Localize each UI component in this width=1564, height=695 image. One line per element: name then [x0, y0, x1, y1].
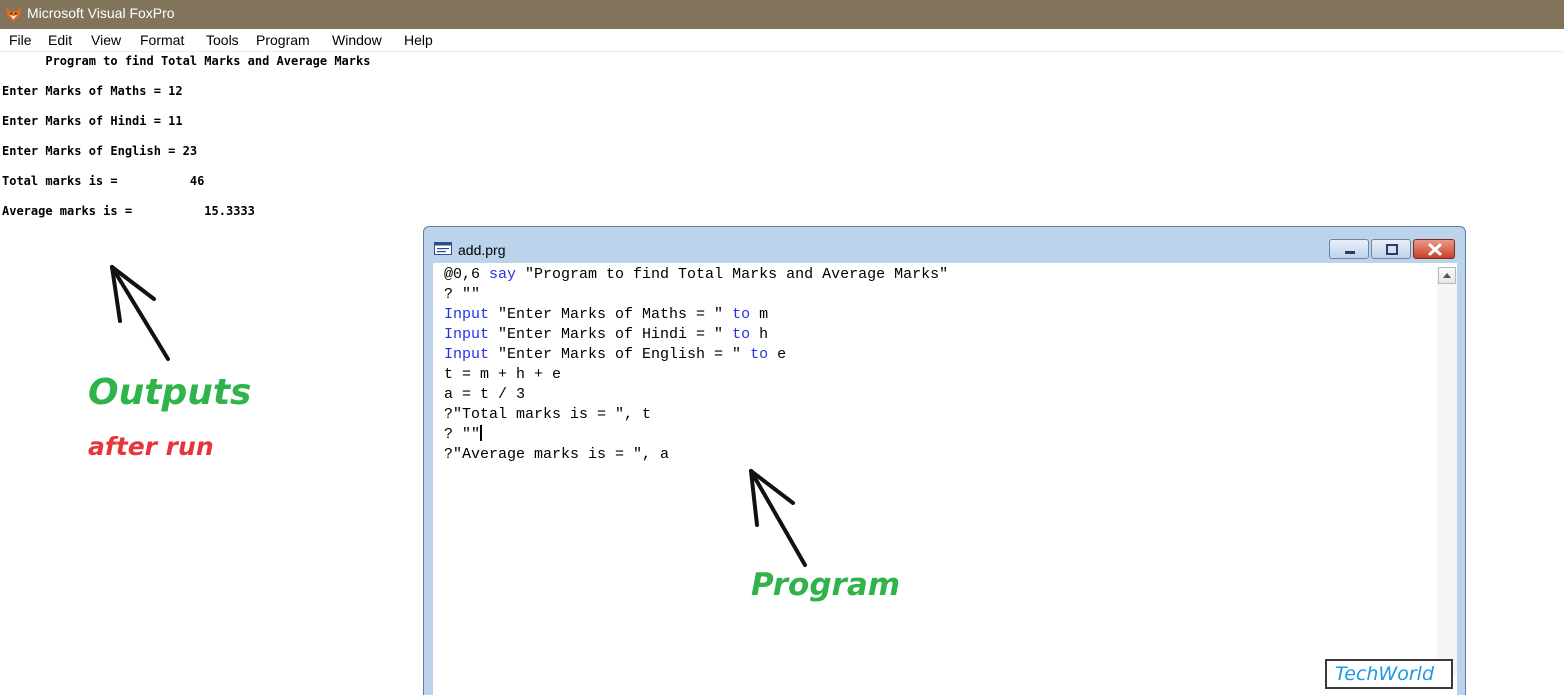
code-line: Input "Enter Marks of Hindi = " to h: [444, 325, 768, 345]
code-text: a = t / 3: [444, 386, 526, 403]
output-line-hindi: Enter Marks of Hindi = 11: [2, 114, 183, 128]
code-line: ? "": [444, 425, 483, 445]
vertical-scrollbar[interactable]: [1437, 267, 1457, 677]
outputs-arrow-icon: [110, 265, 170, 361]
editor-title: add.prg: [458, 242, 506, 258]
maximize-icon: [1386, 244, 1398, 255]
code-keyword: Input: [444, 346, 490, 363]
code-text: ? "": [444, 426, 481, 443]
close-icon: [1428, 243, 1442, 256]
menu-tools[interactable]: Tools: [206, 32, 239, 48]
menu-format[interactable]: Format: [140, 32, 184, 48]
fox-icon: [5, 6, 22, 23]
menu-help[interactable]: Help: [404, 32, 433, 48]
code-line: @0,6 say "Program to find Total Marks an…: [444, 265, 948, 285]
editor-window[interactable]: add.prg @0,6 say "Program to find Total …: [423, 226, 1466, 695]
code-keyword: Input: [444, 326, 490, 343]
menu-bar: File Edit View Format Tools Program Wind…: [0, 29, 1564, 52]
menu-program[interactable]: Program: [256, 32, 310, 48]
watermark-text: TechWorld: [1335, 663, 1434, 685]
chevron-up-icon: [1443, 273, 1451, 278]
code-text: ?"Average marks is = ", a: [444, 446, 670, 463]
code-text: ?"Total marks is = ", t: [444, 406, 652, 423]
techworld-watermark: TechWorld: [1325, 659, 1453, 689]
code-line: t = m + h + e: [444, 365, 561, 385]
code-text: "Enter Marks of Hindi = ": [489, 326, 733, 343]
code-line: ?"Total marks is = ", t: [444, 405, 651, 425]
scroll-up-button[interactable]: [1438, 267, 1456, 284]
code-keyword: to: [750, 346, 769, 363]
code-text: "Program to find Total Marks and Average…: [516, 266, 949, 283]
output-line-total: Total marks is = 46: [2, 174, 205, 188]
code-text: @0,6: [444, 266, 490, 283]
code-line: a = t / 3: [444, 385, 525, 405]
code-keyword: Input: [444, 306, 490, 323]
code-text: "Enter Marks of Maths = ": [489, 306, 733, 323]
code-text: e: [768, 346, 787, 363]
code-text: m: [750, 306, 769, 323]
code-text: h: [750, 326, 769, 343]
code-line: ?"Average marks is = ", a: [444, 445, 669, 465]
code-keyword: to: [732, 326, 751, 343]
output-heading: Program to find Total Marks and Average …: [2, 54, 371, 68]
minimize-button[interactable]: [1329, 239, 1369, 259]
code-line: ? "": [444, 285, 480, 305]
output-line-average: Average marks is = 15.3333: [2, 204, 255, 218]
code-line: Input "Enter Marks of English = " to e: [444, 345, 786, 365]
output-line-maths: Enter Marks of Maths = 12: [2, 84, 183, 98]
output-line-english: Enter Marks of English = 23: [2, 144, 198, 158]
menu-window[interactable]: Window: [332, 32, 382, 48]
minimize-icon: [1345, 251, 1355, 254]
program-label: Program: [751, 567, 901, 603]
menu-edit[interactable]: Edit: [48, 32, 72, 48]
code-line: Input "Enter Marks of Maths = " to m: [444, 305, 768, 325]
code-editor[interactable]: @0,6 say "Program to find Total Marks an…: [433, 263, 1457, 695]
code-text: t = m + h + e: [444, 366, 562, 383]
maximize-button[interactable]: [1371, 239, 1411, 259]
program-arrow-icon: [749, 469, 807, 567]
code-text: "Enter Marks of English = ": [489, 346, 751, 363]
text-caret: [480, 425, 483, 441]
menu-view[interactable]: View: [91, 32, 121, 48]
after-run-label: after run: [88, 432, 214, 461]
close-button[interactable]: [1413, 239, 1455, 259]
code-text: ? "": [444, 286, 481, 303]
text-file-icon: [434, 242, 452, 255]
outputs-label: Outputs: [88, 372, 252, 413]
app-title-bar: Microsoft Visual FoxPro: [0, 0, 1564, 29]
menu-file[interactable]: File: [9, 32, 32, 48]
code-keyword: say: [489, 266, 517, 283]
app-title: Microsoft Visual FoxPro: [27, 5, 175, 21]
code-keyword: to: [732, 306, 751, 323]
